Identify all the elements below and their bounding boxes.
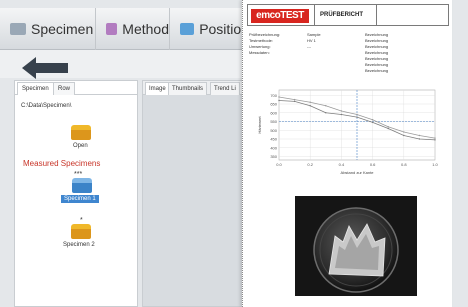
data-point [371,119,374,121]
info-value: Sample [307,32,321,37]
data-point [434,139,436,141]
y-tick-label: 350 [270,154,277,159]
info-right: Bezeichnung [365,68,389,73]
tab-row[interactable]: Row [53,82,76,95]
y-tick-label: 600 [270,110,277,115]
x-tick-label: 0.6 [370,162,376,167]
data-point [418,134,421,137]
info-label: Prüfbezeichnung: [249,32,281,37]
data-point [356,116,358,118]
y-tick-label: 650 [270,102,277,107]
toolbar [0,50,250,79]
tab-trend[interactable]: Trend Li [210,82,240,95]
image-view-panel: Image Thumbnails Trend Li [142,80,252,307]
tab-thumbnails[interactable]: Thumbnails [168,82,208,95]
main-tab-bar: Specimen Method Position [0,8,250,50]
specimen-1-icon[interactable] [72,178,92,193]
x-tick-label: 0.2 [307,162,313,167]
data-point [325,112,327,114]
tab-method-label: Method [122,21,169,37]
specimen-icon [10,23,26,35]
emcotest-logo: emcoTEST [251,9,309,23]
tab-method[interactable]: Method [96,8,170,50]
image-view-tabs: Image Thumbnails Trend Li [143,81,251,95]
test-report-document: emcoTEST PRÜFBERICHT Prüfbezeichnung: Sa… [242,0,452,307]
tab-specimen-list[interactable]: Specimen [17,82,54,95]
info-value: --- [307,44,311,49]
y-tick-label: 700 [270,93,277,98]
specimen-2-icon[interactable] [71,224,91,239]
tab-position[interactable]: Position [170,8,250,50]
data-point [325,105,327,107]
position-icon [180,23,195,35]
data-point [356,113,358,116]
data-point [340,110,343,112]
data-point [371,121,374,124]
x-tick-label: 0.8 [401,162,407,167]
open-folder-icon[interactable] [71,125,91,140]
data-point [434,137,436,139]
y-axis-label: Härtewert [257,115,262,133]
info-value: HV 1 [307,38,316,43]
specimen-1-rating: *** [74,171,83,178]
data-point [340,113,343,116]
tab-specimen-label: Specimen [31,21,94,37]
specimen-gear-image [295,196,417,296]
y-tick-label: 450 [270,137,277,142]
hardness-profile-chart: 700 650 600 550 500 450 400 350 0.0 0.2 0.4 0.6 0.8 1… [257,89,439,175]
data-point [387,127,389,130]
info-right: Bezeichnung [365,56,389,61]
folder-path: C:\Data\Specimen\ [21,103,72,109]
data-point [387,126,389,128]
tab-specimen[interactable]: Specimen [0,8,96,50]
x-tick-label: 0.0 [276,162,282,167]
data-point [418,138,421,140]
data-point [309,105,311,107]
info-label: Testmethode: [249,38,274,43]
specimen-browser-tabs: Specimen Row [15,81,137,95]
info-right: Bezeichnung [365,44,389,49]
tab-image[interactable]: Image [145,82,170,95]
x-tick-label: 1.0 [432,162,438,167]
specimen-2-label[interactable]: Specimen 2 [63,242,95,248]
open-label[interactable]: Open [73,143,88,149]
info-right: Bezeichnung [365,62,389,67]
method-icon [106,23,118,35]
info-label: Umwertung: [249,44,271,49]
back-arrow-icon[interactable] [22,57,72,79]
data-point [293,98,296,101]
x-tick-label: 0.4 [339,162,345,167]
specimen-photo [295,196,417,296]
report-info-block: Prüfbezeichnung: Sample Bezeichnung Test… [247,32,449,76]
data-point [403,131,405,133]
specimen-1-label[interactable]: Specimen 1 [61,195,99,203]
report-title: PRÜFBERICHT [320,12,363,18]
data-point [403,134,405,137]
x-axis-label: Abstand zur Kante [341,170,375,175]
y-tick-label: 500 [270,128,277,133]
info-label: Messdaten: [249,50,270,55]
report-header: emcoTEST PRÜFBERICHT [247,4,449,26]
data-point [278,96,280,98]
measured-specimens-heading: Measured Specimens [23,159,101,168]
data-point [278,99,280,102]
y-tick-label: 550 [270,119,277,124]
info-right: Bezeichnung [365,32,389,37]
data-point [309,101,311,103]
data-point [293,100,296,103]
y-tick-label: 400 [270,145,277,150]
info-right: Bezeichnung [365,50,389,55]
specimen-2-rating: * [80,217,83,224]
info-right: Bezeichnung [365,38,389,43]
specimen-browser: Specimen Row C:\Data\Specimen\ Open Meas… [14,80,138,307]
